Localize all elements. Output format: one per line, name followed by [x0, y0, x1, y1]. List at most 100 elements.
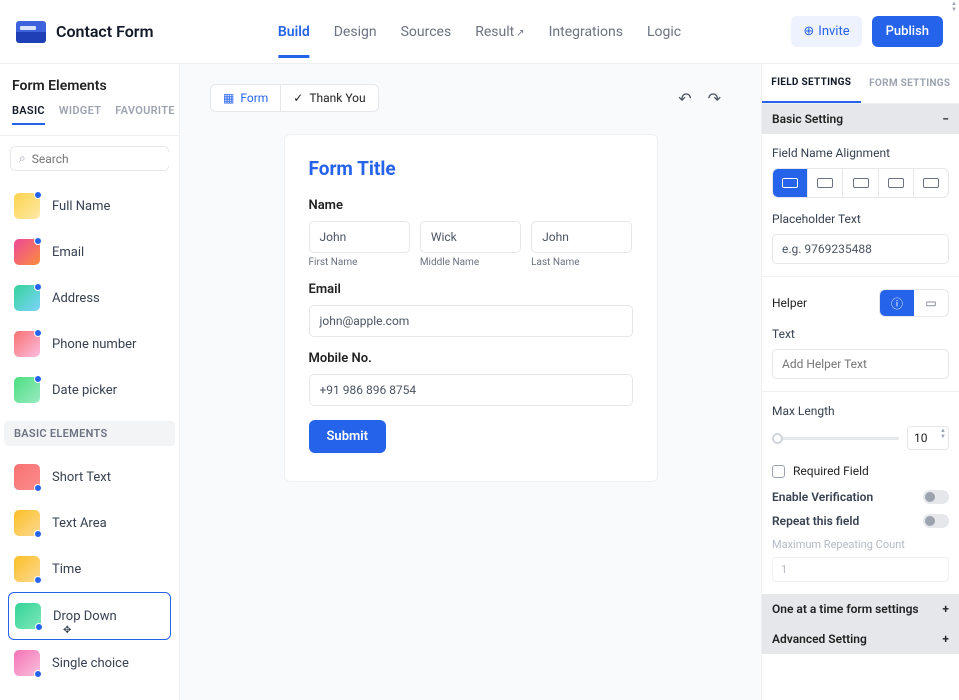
- redo-button[interactable]: ↷: [708, 89, 721, 108]
- element-label: Drop Down: [53, 609, 117, 624]
- tab-form-settings[interactable]: FORM SETTINGS: [861, 64, 959, 103]
- form-title[interactable]: Form Title: [309, 157, 633, 180]
- max-repeat-label: Maximum Repeating Count: [772, 538, 949, 551]
- nav-logic[interactable]: Logic: [647, 6, 681, 58]
- elements-panel: Form Elements BASIC WIDGET FAVOURITE ⌕ F…: [0, 64, 180, 700]
- check-icon: ✓: [293, 91, 303, 105]
- required-field-row[interactable]: Required Field: [772, 464, 949, 478]
- align-option-4[interactable]: [879, 169, 914, 197]
- fields-list: Full Name Email Address Phone numberDate pi…: [0, 181, 179, 415]
- align-option-2[interactable]: [808, 169, 843, 197]
- section-basic-label: Basic Setting: [772, 112, 843, 126]
- element-item-time[interactable]: Time: [8, 546, 171, 592]
- canvas-tab-thankyou[interactable]: ✓ Thank You: [281, 85, 377, 111]
- element-item-address[interactable]: Address: [8, 275, 171, 321]
- element-item-full-name[interactable]: Full Name: [8, 183, 171, 229]
- element-item-email[interactable]: Email: [8, 229, 171, 275]
- grab-cursor-icon: ✥: [63, 625, 71, 636]
- nav-result[interactable]: Result↗: [475, 6, 524, 58]
- last-name-input[interactable]: John: [531, 221, 632, 253]
- max-repeat-input[interactable]: 1 ▲▼: [772, 557, 949, 582]
- section-basic-setting[interactable]: Basic Setting −: [762, 104, 959, 134]
- nav-sources[interactable]: Sources: [401, 6, 452, 58]
- enable-verification-label: Enable Verification: [772, 490, 873, 504]
- element-item-drop-down[interactable]: Drop Down✥: [8, 592, 171, 640]
- search-icon: ⌕: [19, 151, 26, 166]
- element-label: Address: [52, 291, 100, 306]
- section-one-at-label: One at a time form settings: [772, 602, 919, 616]
- main-nav: Build Design Sources Result↗ Integration…: [278, 6, 681, 58]
- element-icon: [14, 650, 40, 676]
- publish-button[interactable]: Publish: [872, 16, 943, 47]
- invite-label: Invite: [818, 24, 849, 39]
- element-label: Short Text: [52, 470, 111, 485]
- email-input[interactable]: john@apple.com: [309, 305, 633, 337]
- align-option-3[interactable]: [843, 169, 878, 197]
- helper-tooltip-toggle[interactable]: ▭: [914, 290, 948, 316]
- helper-text-input[interactable]: [772, 349, 949, 379]
- nav-result-label: Result: [475, 24, 514, 40]
- basic-elements-list: Short TextText AreaTimeDrop Down✥Single …: [0, 452, 179, 688]
- undo-button[interactable]: ↶: [678, 89, 691, 108]
- middle-name-input[interactable]: Wick: [420, 221, 521, 253]
- align-option-5[interactable]: [914, 169, 948, 197]
- canvas-tab-thankyou-label: Thank You: [309, 91, 365, 105]
- last-name-sublabel: Last Name: [531, 257, 632, 268]
- element-item-single-choice[interactable]: Single choice: [8, 640, 171, 686]
- tab-field-settings[interactable]: FIELD SETTINGS: [762, 64, 861, 103]
- helper-info-toggle[interactable]: ⓘ: [880, 290, 914, 316]
- stepper-icon[interactable]: ▲▼: [940, 428, 946, 440]
- app-title: Contact Form: [56, 22, 153, 41]
- element-icon: [14, 464, 40, 490]
- element-item-phone-number[interactable]: Phone number: [8, 321, 171, 367]
- info-icon: ⓘ: [891, 295, 903, 312]
- canvas-tab-form[interactable]: ▦ Form: [211, 85, 281, 111]
- placeholder-input[interactable]: [772, 234, 949, 264]
- canvas-toolbar: ▦ Form ✓ Thank You ↶ ↷: [180, 64, 761, 112]
- placeholder-label: Placeholder Text: [772, 212, 949, 226]
- element-item-text-area[interactable]: Text Area: [8, 500, 171, 546]
- nav-design[interactable]: Design: [334, 6, 377, 58]
- enable-verification-switch[interactable]: [923, 490, 949, 504]
- section-one-at-a-time[interactable]: One at a time form settings +: [762, 594, 959, 624]
- elements-subtabs: BASIC WIDGET FAVOURITE: [0, 104, 179, 136]
- first-name-sublabel: First Name: [309, 257, 410, 268]
- helper-text-label: Text: [772, 327, 949, 341]
- max-length-value[interactable]: 10▲▼: [907, 426, 949, 450]
- checkbox-icon[interactable]: [772, 465, 785, 478]
- align-option-1[interactable]: [773, 169, 808, 197]
- element-label: Text Area: [52, 516, 107, 531]
- subtab-basic[interactable]: BASIC: [12, 104, 45, 125]
- mobile-input[interactable]: +91 986 896 8754: [309, 374, 633, 406]
- form-card: Form Title Name John Wick John First Nam…: [284, 134, 658, 482]
- section-advanced-setting[interactable]: Advanced Setting +: [762, 624, 959, 654]
- middle-name-sublabel: Middle Name: [420, 257, 521, 268]
- helper-label: Helper: [772, 296, 807, 310]
- mobile-label: Mobile No.: [309, 351, 633, 366]
- element-label: Time: [52, 562, 81, 577]
- first-name-input[interactable]: John: [309, 221, 410, 253]
- canvas-tab-form-label: Form: [240, 91, 268, 105]
- repeat-field-switch[interactable]: [923, 514, 949, 528]
- max-length-label: Max Length: [772, 404, 949, 418]
- element-icon: [14, 510, 40, 536]
- element-icon: [14, 239, 40, 265]
- search-input[interactable]: [32, 152, 180, 166]
- form-view-icon: ▦: [223, 91, 234, 105]
- subtab-favourite[interactable]: FAVOURITE: [115, 104, 175, 125]
- person-add-icon: ⊕: [803, 24, 814, 39]
- subtab-widget[interactable]: WIDGET: [59, 104, 101, 125]
- submit-button[interactable]: Submit: [309, 420, 387, 453]
- settings-panel: FIELD SETTINGS FORM SETTINGS Basic Setti…: [761, 64, 959, 700]
- invite-button[interactable]: ⊕ Invite: [791, 16, 861, 47]
- max-length-slider[interactable]: [772, 437, 899, 440]
- nav-build[interactable]: Build: [278, 6, 310, 58]
- search-input-wrap[interactable]: ⌕: [10, 146, 169, 171]
- element-label: Email: [52, 245, 84, 260]
- element-item-short-text[interactable]: Short Text: [8, 454, 171, 500]
- required-label: Required Field: [793, 464, 869, 478]
- element-icon: [14, 556, 40, 582]
- element-item-date-picker[interactable]: Date picker: [8, 367, 171, 413]
- element-label: Full Name: [52, 199, 110, 214]
- nav-integrations[interactable]: Integrations: [549, 6, 623, 58]
